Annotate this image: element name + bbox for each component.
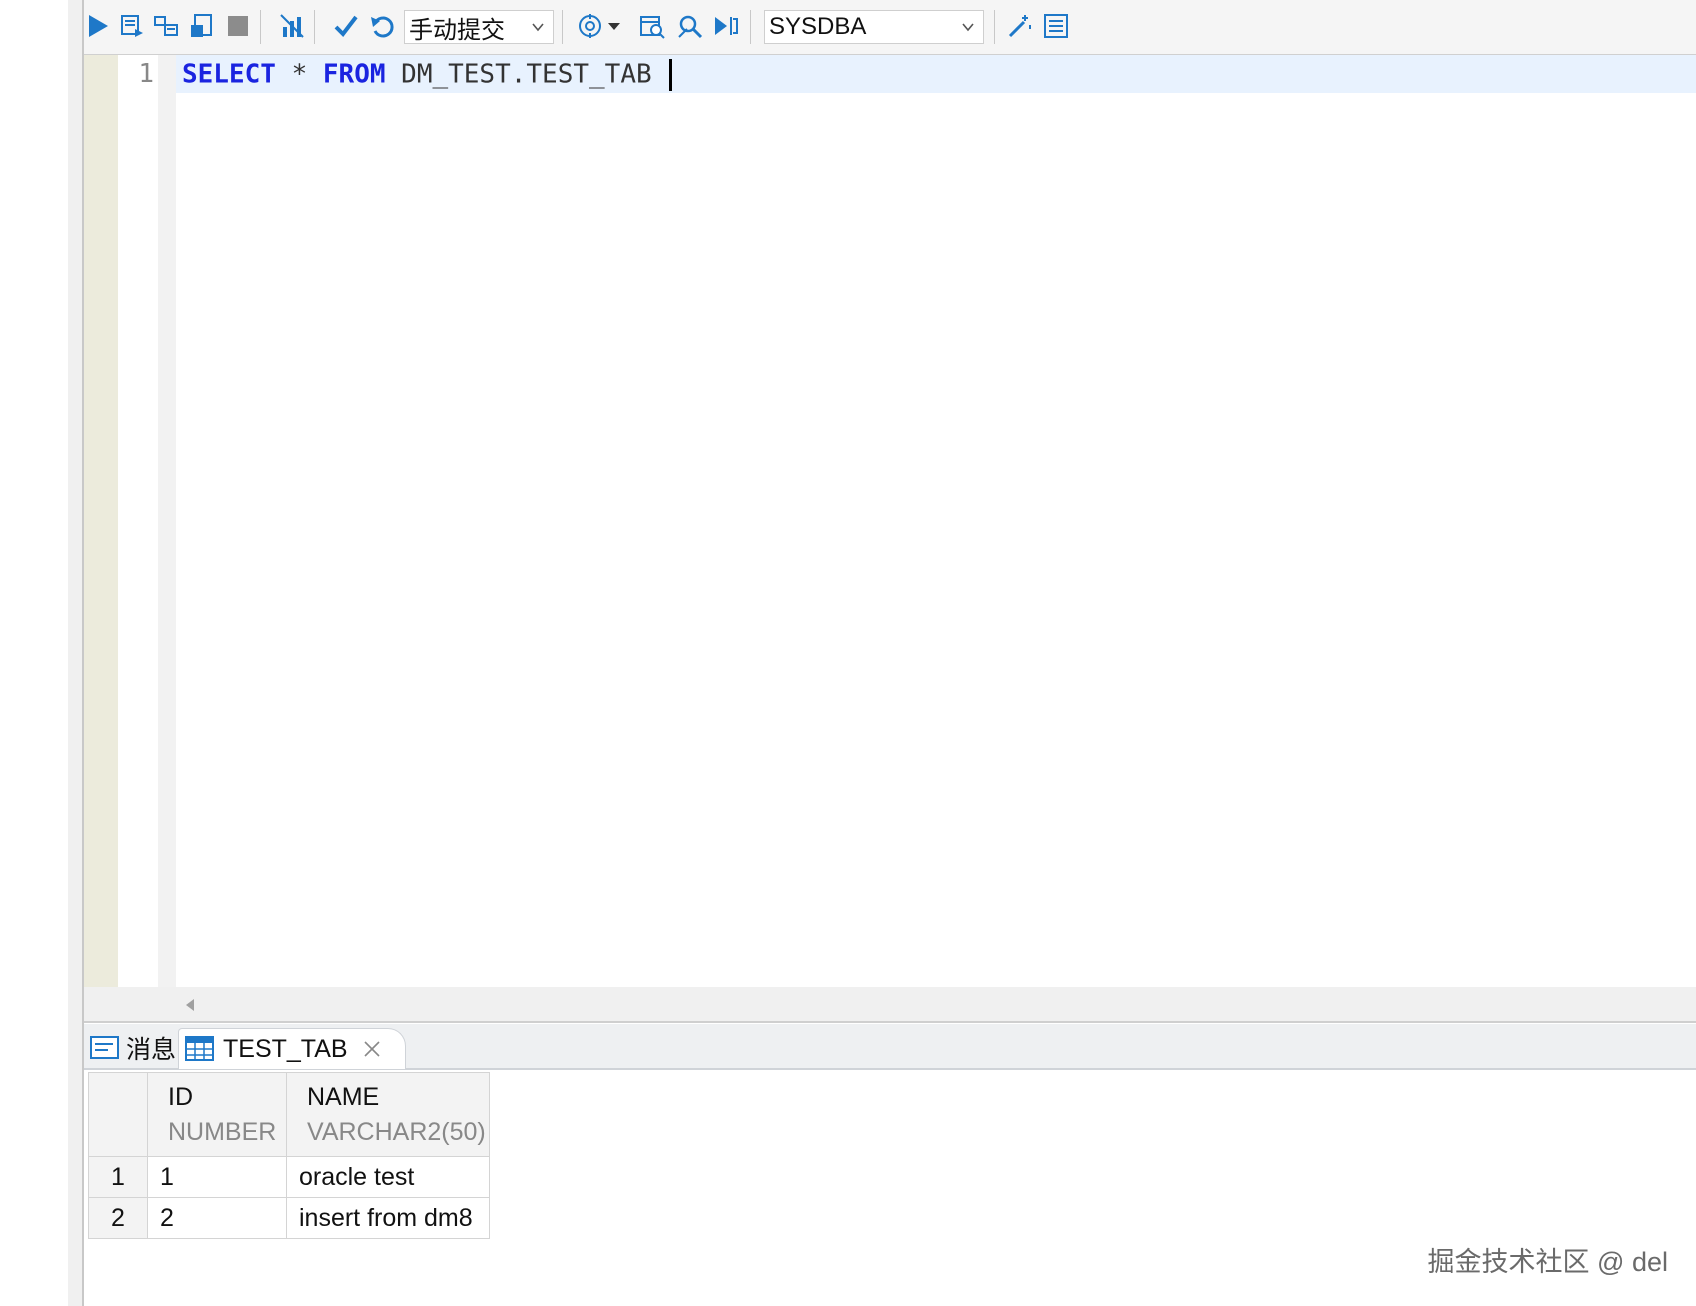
user-select[interactable]: SYSDBA [764,10,984,44]
execute-script-icon[interactable] [118,12,146,40]
chevron-down-icon [532,23,544,32]
magic-wand-icon[interactable] [1006,12,1034,40]
calendar-search-icon[interactable] [638,12,666,40]
target-icon[interactable] [576,12,604,40]
commit-mode-value: 手动提交 [409,16,505,44]
step-icon[interactable] [712,12,740,40]
keyword-select: SELECT [182,59,276,90]
tab-messages-label: 消息 [126,1036,177,1064]
column-header-name[interactable]: NAME VARCHAR2(50) [286,1072,490,1157]
statistics-icon[interactable] [278,12,306,40]
rollback-icon[interactable] [368,12,396,40]
grid-corner[interactable] [88,1072,148,1157]
keyword-from: FROM [322,59,386,90]
commit-icon[interactable] [332,12,360,40]
column-header-id[interactable]: ID NUMBER [147,1072,287,1157]
column-type: VARCHAR2(50) [307,1118,486,1146]
column-name: ID [168,1083,193,1111]
line-number-gutter: 1 [118,55,158,987]
table-row[interactable]: 1 1 oracle test [88,1156,490,1198]
row-number[interactable]: 1 [88,1156,148,1198]
explain-plan-icon[interactable] [152,12,180,40]
column-name: NAME [307,1083,380,1111]
column-type: NUMBER [168,1118,277,1146]
search-icon[interactable] [676,12,704,40]
code-line[interactable]: SELECT * FROM DM_TEST.TEST_TAB [182,59,673,91]
sql-editor[interactable]: 1 SELECT * FROM DM_TEST.TEST_TAB [84,55,1696,987]
table-cell[interactable]: insert from dm8 [286,1197,490,1239]
result-tabbar: 消息 TEST_TAB [84,1024,1696,1070]
panel-divider[interactable] [68,0,84,1306]
code-star: * [275,59,323,90]
tab-messages[interactable]: 消息 [86,1028,182,1068]
table-cell[interactable]: oracle test [286,1156,490,1198]
list-icon[interactable] [1042,12,1070,40]
code-table-name: DM_TEST.TEST_TAB [385,59,668,90]
message-icon [90,1036,119,1059]
table-cell[interactable]: 1 [147,1156,287,1198]
close-icon[interactable] [362,1039,382,1059]
fold-gutter [158,55,176,987]
watermark: 掘金技术社区 @ del [1427,1247,1668,1277]
stop-icon[interactable] [224,12,252,40]
export-icon[interactable] [188,12,216,40]
chevron-down-icon [962,23,974,32]
table-cell[interactable]: 2 [147,1197,287,1239]
line-number: 1 [138,59,154,89]
text-caret [669,59,673,91]
sql-toolbar: 手动提交 SYSDBA [84,0,1696,55]
horizontal-scrollbar[interactable] [84,987,1696,1023]
dropdown-arrow-icon[interactable] [606,12,622,40]
tab-test-tab[interactable]: TEST_TAB [178,1028,406,1069]
result-grid: ID NUMBER NAME VARCHAR2(50) 1 1 oracle t… [88,1072,490,1239]
tab-test-tab-label: TEST_TAB [223,1034,348,1063]
table-row[interactable]: 2 2 insert from dm8 [88,1197,490,1239]
scroll-left-icon[interactable] [186,999,194,1011]
editor-margin [84,55,118,987]
row-number[interactable]: 2 [88,1197,148,1239]
table-grid-icon [185,1036,214,1061]
run-icon[interactable] [84,12,112,40]
user-value: SYSDBA [769,13,867,40]
commit-mode-select[interactable]: 手动提交 [404,10,554,44]
left-panel [0,0,69,1306]
